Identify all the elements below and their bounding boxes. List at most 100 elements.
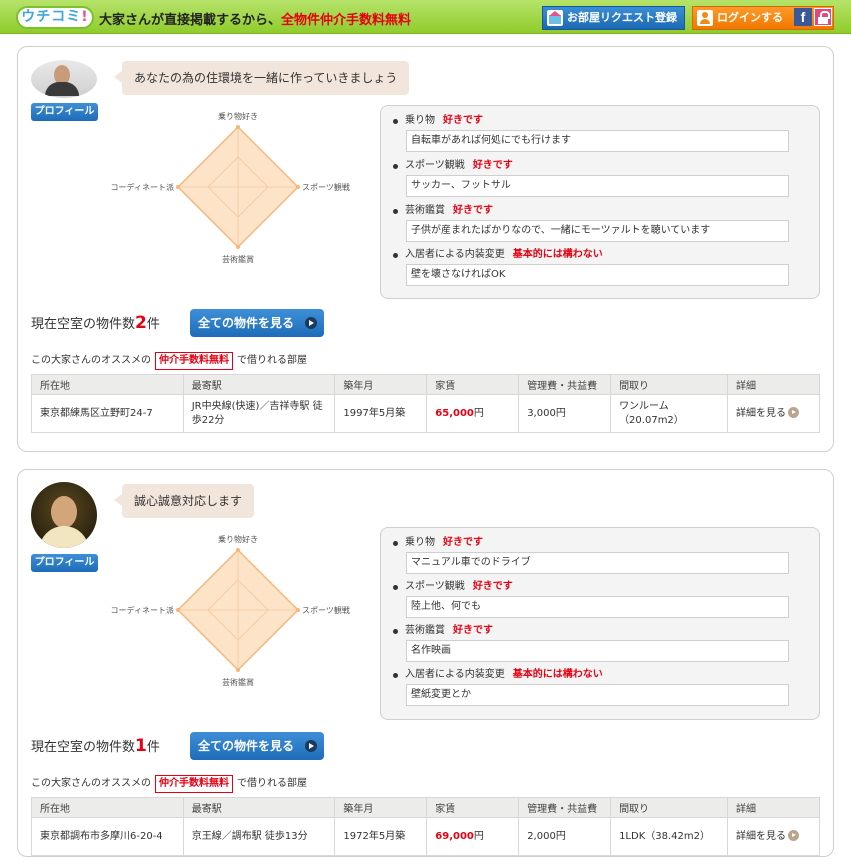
column-header: 詳細 <box>726 374 821 395</box>
vacancy-prefix: 現在空室の物件数 <box>31 317 136 332</box>
detail-link[interactable]: 詳細を見る <box>735 829 799 842</box>
arrow-right-icon <box>787 406 799 418</box>
table-header-row: 所在地 最寄駅 築年月 家賃 管理費・共益費 間取り 詳細 <box>31 374 821 395</box>
rent-unit: 円 <box>473 830 484 842</box>
table-row[interactable]: 東京都練馬区立野町24-7 JR中央線(快速)／吉祥寺駅 徒歩22分 1997年… <box>31 394 821 433</box>
rent-cell: 69,000円 <box>426 817 520 856</box>
room-request-button[interactable]: お部屋リクエスト登録 <box>542 6 685 30</box>
logo-exclaim: ! <box>81 9 89 25</box>
column-header: 最寄駅 <box>182 374 336 395</box>
arrow-right-icon <box>305 740 317 752</box>
logo-text: ウチコミ <box>21 9 82 25</box>
see-all-properties-button[interactable]: 全ての物件を見る <box>190 732 324 760</box>
table-row[interactable]: 東京都調布市多摩川6-20-4 京王線／調布駅 徒歩13分 1972年5月築 6… <box>31 817 821 856</box>
preference-value: 好きです <box>453 625 493 636</box>
column-header: 築年月 <box>334 374 428 395</box>
avatar[interactable] <box>31 60 97 98</box>
preference-panel: 乗り物 好きです マニュアル車でのドライブ スポーツ観戦 好きです 陸上他、何でも … <box>380 527 820 720</box>
vacancy-number: 1 <box>135 736 147 756</box>
landlord-message: あなたの為の住環境を一緒に作っていきましょう <box>113 61 410 95</box>
preference-label: スポーツ観戦 <box>405 160 465 171</box>
preference-label: 入居者による内装変更 <box>405 249 505 260</box>
radar-label-left: コーディネート派 <box>111 182 174 192</box>
site-logo[interactable]: ウチコミ! <box>16 6 94 29</box>
facebook-icon[interactable]: f <box>794 8 812 26</box>
fee-cell: 3,000円 <box>518 394 612 433</box>
column-header: 間取り <box>610 797 728 818</box>
radar-point-bottom <box>236 245 240 249</box>
property-table: 所在地 最寄駅 築年月 家賃 管理費・共益費 間取り 詳細 東京都調布市多摩川6… <box>31 797 821 856</box>
address-cell: 東京都練馬区立野町24-7 <box>31 394 184 433</box>
rent-cell: 65,000円 <box>426 394 520 433</box>
reco-suffix: で借りれる部屋 <box>237 355 307 366</box>
preference-label: 入居者による内装変更 <box>405 669 505 680</box>
radar-point-left <box>176 185 180 189</box>
landlord-card: プロフィール 誠心誠意対応します 乗り物好き スポーツ観戦 芸術鑑賞 コーディネ… <box>17 469 834 857</box>
preference-label: 芸術鑑賞 <box>405 205 445 216</box>
rent-unit: 円 <box>473 407 484 419</box>
radar-label-bottom: 芸術鑑賞 <box>222 677 254 687</box>
header-tagline: 大家さんが直接掲載するから、全物件仲介手数料無料 <box>99 9 411 28</box>
detail-cell: 詳細を見る <box>726 394 821 433</box>
see-all-properties-button[interactable]: 全ての物件を見る <box>190 309 324 337</box>
no-fee-badge: 仲介手数料無料 <box>155 352 233 370</box>
preference-item: 乗り物 好きです マニュアル車でのドライブ <box>393 536 813 574</box>
reco-prefix: この大家さんのオススメの <box>31 778 151 789</box>
detail-label: 詳細を見る <box>735 830 786 842</box>
profile-button[interactable]: プロフィール <box>31 554 98 572</box>
radar-label-top: 乗り物好き <box>218 534 258 544</box>
login-button[interactable]: ログインする <box>692 6 834 30</box>
preference-label: 乗り物 <box>405 537 435 548</box>
room-request-label: お部屋リクエスト登録 <box>567 11 677 24</box>
rent-value: 69,000 <box>435 830 474 842</box>
avatar[interactable] <box>31 482 97 548</box>
column-header: 家賃 <box>426 374 520 395</box>
login-label: ログインする <box>717 11 783 24</box>
profile-button[interactable]: プロフィール <box>31 103 98 121</box>
column-header: 所在地 <box>31 374 184 395</box>
preference-value: 好きです <box>472 160 513 171</box>
radar-point-left <box>176 608 180 612</box>
radar-label-right: スポーツ観戦 <box>302 605 350 615</box>
detail-link[interactable]: 詳細を見る <box>736 406 799 419</box>
preference-comment: 壁紙変更とか <box>406 684 789 706</box>
preference-comment: 陸上他、何でも <box>406 596 789 618</box>
vacancy-number: 2 <box>135 313 147 333</box>
vacancy-count: 現在空室の物件数1件 <box>31 736 160 756</box>
radar-label-right: スポーツ観戦 <box>302 182 350 192</box>
built-cell: 1972年5月築 <box>334 817 428 856</box>
preference-label: 芸術鑑賞 <box>405 625 445 636</box>
preference-comment: 壁を壊さなければOK <box>406 264 789 286</box>
recommendation-text: この大家さんのオススメの 仲介手数料無料 で借りれる部屋 <box>31 775 307 793</box>
tagline-highlight: 全物件仲介手数料無料 <box>281 13 412 28</box>
address-cell: 東京都調布市多摩川6-20-4 <box>31 817 184 856</box>
preference-value: 好きです <box>453 205 493 216</box>
preference-value: 基本的には構わない <box>512 249 603 260</box>
preference-item: 芸術鑑賞 好きです 子供が産まれたばかりなので、一緒にモーツァルトを聴いています <box>393 204 813 242</box>
reco-prefix: この大家さんのオススメの <box>31 355 151 366</box>
user-icon <box>697 10 713 26</box>
radar-point-top <box>236 548 240 552</box>
column-header: 管理費・共益費 <box>518 797 612 818</box>
preference-value: 好きです <box>443 115 483 126</box>
table-header-row: 所在地 最寄駅 築年月 家賃 管理費・共益費 間取り 詳細 <box>31 797 821 818</box>
column-header: 間取り <box>610 374 728 395</box>
column-header: 詳細 <box>726 797 821 818</box>
radar-point-right <box>296 185 300 189</box>
column-header: 最寄駅 <box>182 797 336 818</box>
lock-icon[interactable] <box>814 8 832 26</box>
recommendation-text: この大家さんのオススメの 仲介手数料無料 で借りれる部屋 <box>31 352 307 370</box>
reco-suffix: で借りれる部屋 <box>237 778 307 789</box>
preference-value: 基本的には構わない <box>512 669 603 680</box>
landlord-card: プロフィール あなたの為の住環境を一緒に作っていきましょう 乗り物好き スポーツ… <box>17 46 834 452</box>
tagline-prefix: 大家さんが直接掲載するから、 <box>99 13 282 28</box>
built-cell: 1997年5月築 <box>334 394 428 433</box>
radar-point-bottom <box>236 668 240 672</box>
preference-comment: マニュアル車でのドライブ <box>406 552 789 574</box>
preference-label: 乗り物 <box>405 115 435 126</box>
layout-cell: 1LDK（38.42m2） <box>610 817 728 856</box>
preference-value: 好きです <box>472 581 513 592</box>
radar-chart: 乗り物好き スポーツ観戦 芸術鑑賞 コーディネート派 <box>111 534 350 687</box>
property-table: 所在地 最寄駅 築年月 家賃 管理費・共益費 間取り 詳細 東京都練馬区立野町2… <box>31 374 821 433</box>
preference-comment: サッカー、フットサル <box>406 175 789 197</box>
